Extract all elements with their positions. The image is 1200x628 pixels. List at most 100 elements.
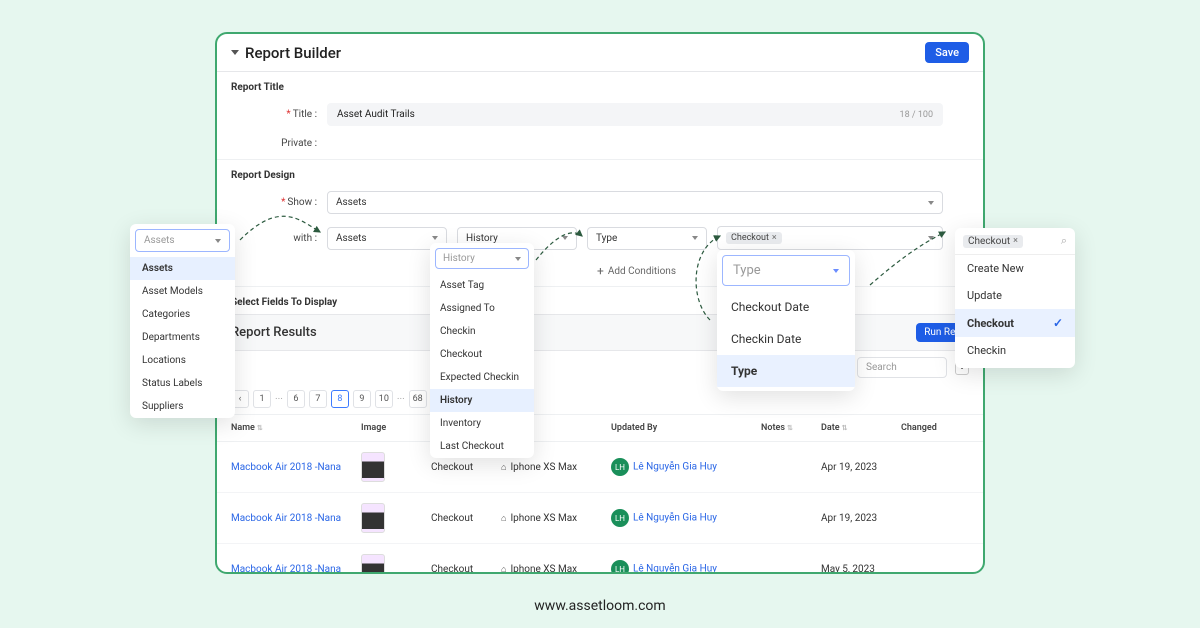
report-builder-panel: Report Builder Save Report Title *Title … [215,32,985,574]
assets-dropdown[interactable]: Assets AssetsAsset ModelsCategoriesDepar… [130,224,235,418]
with-select-4[interactable]: Checkout × [717,226,943,250]
section-report-title: Report Title [217,72,983,97]
save-button[interactable]: Save [925,42,969,63]
footer-url: www.assetloom.com [0,598,1200,614]
dropdown-item[interactable]: Departments [130,326,235,349]
dropdown-item[interactable]: Suppliers [130,395,235,418]
history-dropdown-trigger[interactable]: History [435,248,529,269]
dropdown-item[interactable]: Asset Tag [430,274,534,297]
chevron-down-icon [515,257,521,261]
dropdown-item[interactable]: Checkin Date [717,323,855,355]
pagination: ‹ 1 ··· 6 7 8 9 10 ··· 68 › [217,384,983,415]
target-cell: ⌂Iphone XS Max [501,513,611,524]
asset-thumbnail [361,503,385,533]
chevron-down-icon [928,236,934,240]
panel-title: Report Builder [245,44,341,62]
page-7[interactable]: 7 [309,390,327,408]
with-select-1[interactable]: Assets [327,227,447,250]
chevron-down-icon [833,269,839,273]
user-link[interactable]: Lê Nguyễn Gia Huy [633,462,717,473]
dropdown-item[interactable]: Assets [130,257,235,280]
asset-link[interactable]: Macbook Air 2018 -Nana [231,513,361,524]
updated-by-cell: LH Lê Nguyễn Gia Huy [611,458,761,476]
laptop-icon: ⌂ [501,463,506,473]
type-dropdown[interactable]: Type Checkout DateCheckin DateType [717,250,855,391]
filter-chip[interactable]: Checkout × [726,232,782,244]
with-label: with : [257,233,317,244]
target-cell: ⌂Iphone XS Max [501,462,611,473]
collapse-icon[interactable] [231,50,239,55]
close-icon[interactable]: × [772,233,777,243]
dropdown-item[interactable]: Inventory [430,412,534,435]
date-cell: May 5, 2023 [821,564,901,575]
chevron-down-icon [432,236,438,240]
type-dropdown-trigger[interactable]: Type [722,255,850,286]
dropdown-item[interactable]: Create New [955,255,1075,282]
laptop-icon: ⌂ [501,514,506,524]
dropdown-item[interactable]: Assigned To [430,297,534,320]
dropdown-item[interactable]: Checkout✓ [955,309,1075,337]
dropdown-item[interactable]: Asset Models [130,280,235,303]
dropdown-item[interactable]: Last Checkout [430,435,534,458]
show-label: *Show : [257,197,317,208]
dropdown-item[interactable]: Type [717,355,855,387]
chevron-down-icon [692,236,698,240]
dropdown-item[interactable]: Locations [130,349,235,372]
search-icon[interactable]: ⌕ [1061,234,1067,248]
updated-by-cell: LH Lê Nguyễn Gia Huy [611,560,761,574]
action-cell: Checkout [431,513,501,524]
close-icon[interactable]: × [1013,236,1018,246]
plus-icon: + [597,264,604,278]
page-10[interactable]: 10 [375,390,393,408]
section-report-design: Report Design [217,159,983,185]
date-cell: Apr 19, 2023 [821,462,901,473]
table-row[interactable]: Macbook Air 2018 -NanaCheckout⌂Iphone XS… [217,442,983,493]
dropdown-item[interactable]: Categories [130,303,235,326]
history-dropdown[interactable]: History Asset TagAssigned ToCheckinCheck… [430,243,534,458]
table-row[interactable]: Macbook Air 2018 -Nana Checkout⌂Iphone XS… [217,493,983,544]
page-68[interactable]: 68 [409,390,427,408]
dropdown-item[interactable]: Checkin [430,320,534,343]
dropdown-item[interactable]: Checkout Date [717,291,855,323]
report-results-title: Report Results [231,325,317,340]
asset-link[interactable]: Macbook Air 2018 -Nana [231,564,361,575]
dropdown-item[interactable]: Status Labels [130,372,235,395]
dropdown-item[interactable]: Checkout [430,343,534,366]
dropdown-item[interactable]: Update [955,282,1075,309]
user-link[interactable]: Lê Nguyễn Gia Huy [633,564,717,575]
assets-dropdown-trigger[interactable]: Assets [135,229,230,252]
char-count: 18 / 100 [900,110,933,120]
chevron-down-icon [928,201,934,205]
avatar: LH [611,458,629,476]
dropdown-item[interactable]: Expected Checkin [430,366,534,389]
add-conditions-button[interactable]: + Add Conditions [217,256,983,286]
avatar: LH [611,560,629,574]
section-select-fields: Select Fields To Display [217,286,983,314]
checkout-chip[interactable]: Checkout × [963,235,1023,248]
asset-thumbnail [361,452,385,482]
title-input[interactable]: Asset Audit Trails 18 / 100 [327,103,943,126]
date-cell: Apr 19, 2023 [821,513,901,524]
page-8[interactable]: 8 [331,390,349,408]
checkout-dropdown[interactable]: Checkout × ⌕ Create NewUpdateCheckout✓Ch… [955,228,1075,368]
chevron-down-icon [562,236,568,240]
title-label: *Title : [257,109,317,120]
search-input[interactable]: Search [857,357,947,378]
asset-link[interactable]: Macbook Air 2018 -Nana [231,462,361,473]
page-9[interactable]: 9 [353,390,371,408]
dropdown-item[interactable]: History [430,389,534,412]
chevron-down-icon [215,239,221,243]
panel-header: Report Builder Save [217,34,983,72]
dropdown-item[interactable]: Checkin [955,337,1075,364]
table-row[interactable]: Macbook Air 2018 -NanaCheckout⌂Iphone XS… [217,544,983,574]
show-select[interactable]: Assets [327,191,943,214]
avatar: LH [611,509,629,527]
target-cell: ⌂Iphone XS Max [501,564,611,575]
with-select-3[interactable]: Type [587,227,707,250]
user-link[interactable]: Lê Nguyễn Gia Huy [633,513,717,524]
page-1[interactable]: 1 [253,390,271,408]
page-6[interactable]: 6 [287,390,305,408]
updated-by-cell: LH Lê Nguyễn Gia Huy [611,509,761,527]
private-label: Private : [257,138,317,149]
laptop-icon: ⌂ [501,565,506,575]
